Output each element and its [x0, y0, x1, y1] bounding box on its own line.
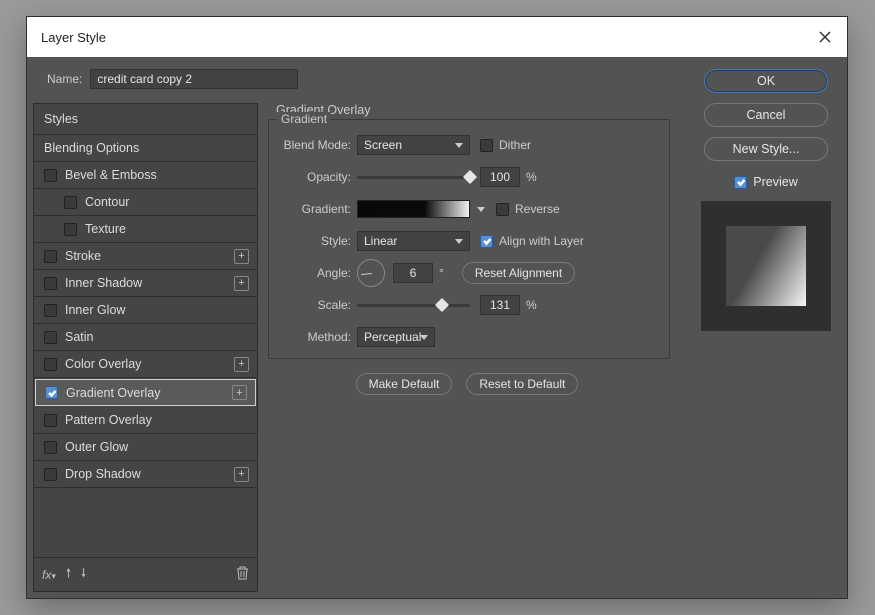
gradient-group: Gradient Blend Mode: Screen Dither Opaci… [268, 119, 670, 359]
style-item-label: Drop Shadow [65, 467, 141, 481]
dither-checkbox[interactable]: Dither [480, 138, 531, 152]
style-item-bevel-emboss[interactable]: Bevel & Emboss [34, 162, 257, 189]
reverse-checkbox[interactable]: Reverse [496, 202, 560, 216]
styles-header[interactable]: Styles [34, 104, 257, 135]
name-label: Name: [47, 72, 82, 86]
plus-icon[interactable]: + [234, 249, 249, 264]
checkbox-icon[interactable] [44, 169, 57, 182]
name-row: Name: [47, 69, 298, 89]
make-default-button[interactable]: Make Default [356, 373, 453, 395]
blend-mode-label: Blend Mode: [279, 138, 357, 152]
style-item-label: Blending Options [44, 141, 139, 155]
preview-swatch [726, 226, 806, 306]
move-down-icon[interactable]: 🠗 [81, 564, 86, 585]
style-item-color-overlay[interactable]: Color Overlay + [34, 351, 257, 378]
style-item-inner-shadow[interactable]: Inner Shadow + [34, 270, 257, 297]
align-checkbox[interactable]: Align with Layer [480, 234, 584, 248]
method-label: Method: [279, 330, 357, 344]
style-item-label: Color Overlay [65, 357, 141, 371]
checkbox-icon[interactable] [45, 386, 58, 399]
reset-default-button[interactable]: Reset to Default [466, 373, 578, 395]
plus-icon[interactable]: + [234, 276, 249, 291]
checkbox-icon[interactable] [44, 304, 57, 317]
titlebar: Layer Style [27, 17, 847, 57]
style-item-label: Gradient Overlay [66, 386, 160, 400]
style-item-label: Stroke [65, 249, 101, 263]
gradient-swatch[interactable] [357, 200, 470, 218]
checkbox-icon[interactable] [44, 358, 57, 371]
opacity-label: Opacity: [279, 170, 357, 184]
ok-button[interactable]: OK [704, 69, 828, 93]
scale-label: Scale: [279, 298, 357, 312]
gradient-label: Gradient: [279, 202, 357, 216]
angle-input[interactable] [393, 263, 433, 283]
checkbox-icon[interactable] [64, 196, 77, 209]
scale-input[interactable] [480, 295, 520, 315]
opacity-input[interactable] [480, 167, 520, 187]
style-item-label: Bevel & Emboss [65, 168, 157, 182]
style-item-inner-glow[interactable]: Inner Glow [34, 297, 257, 324]
checkbox-icon[interactable] [44, 277, 57, 290]
method-select[interactable]: Perceptual [357, 327, 435, 347]
reset-alignment-button[interactable]: Reset Alignment [462, 262, 575, 284]
style-item-label: Contour [85, 195, 129, 209]
preview-box [701, 201, 831, 331]
styles-column: Styles Blending Options Bevel & Emboss Con… [33, 63, 258, 592]
plus-icon[interactable]: + [232, 385, 247, 400]
style-item-satin[interactable]: Satin [34, 324, 257, 351]
style-item-label: Satin [65, 330, 94, 344]
angle-label: Angle: [279, 266, 357, 280]
checkbox-icon[interactable] [44, 331, 57, 344]
style-item-drop-shadow[interactable]: Drop Shadow + [34, 461, 257, 488]
blend-mode-select[interactable]: Screen [357, 135, 470, 155]
checkbox-icon[interactable] [44, 250, 57, 263]
styles-list: Blending Options Bevel & Emboss Contour Tex… [34, 135, 257, 488]
scale-slider[interactable] [357, 304, 470, 307]
style-item-stroke[interactable]: Stroke + [34, 243, 257, 270]
style-item-label: Texture [85, 222, 126, 236]
section-title: Gradient Overlay [276, 103, 685, 117]
checkbox-icon[interactable] [44, 414, 57, 427]
style-item-contour[interactable]: Contour [34, 189, 257, 216]
layer-name-input[interactable] [90, 69, 298, 89]
style-item-label: Inner Shadow [65, 276, 142, 290]
style-item-label: Pattern Overlay [65, 413, 152, 427]
new-style-button[interactable]: New Style... [704, 137, 828, 161]
style-item-blending-options[interactable]: Blending Options [34, 135, 257, 162]
plus-icon[interactable]: + [234, 467, 249, 482]
close-icon [819, 31, 831, 43]
style-item-outer-glow[interactable]: Outer Glow [34, 434, 257, 461]
cancel-button[interactable]: Cancel [704, 103, 828, 127]
checkbox-icon[interactable] [64, 223, 77, 236]
layer-style-dialog: Layer Style Name: Styles Blending Option… [26, 16, 848, 599]
window-title: Layer Style [41, 30, 106, 45]
move-up-icon[interactable]: 🠕 [66, 564, 71, 585]
trash-icon[interactable] [236, 566, 249, 583]
checkbox-icon[interactable] [44, 441, 57, 454]
style-label: Style: [279, 234, 357, 248]
style-item-label: Outer Glow [65, 440, 128, 454]
styles-footer: fx▾ 🠕 🠗 [34, 557, 257, 591]
style-item-texture[interactable]: Texture [34, 216, 257, 243]
style-select[interactable]: Linear [357, 231, 470, 251]
style-item-gradient-overlay[interactable]: Gradient Overlay + [35, 379, 256, 406]
actions-column: OK Cancel New Style... Preview [691, 63, 841, 592]
style-item-pattern-overlay[interactable]: Pattern Overlay [34, 407, 257, 434]
angle-dial[interactable] [357, 259, 385, 287]
preview-checkbox[interactable]: Preview [734, 175, 797, 189]
group-legend: Gradient [277, 112, 331, 126]
checkbox-icon[interactable] [44, 468, 57, 481]
opacity-slider[interactable] [357, 176, 470, 179]
plus-icon[interactable]: + [234, 357, 249, 372]
options-column: Gradient Overlay Gradient Blend Mode: Sc… [264, 63, 685, 592]
style-item-label: Inner Glow [65, 303, 125, 317]
fx-icon[interactable]: fx▾ [42, 568, 56, 582]
close-button[interactable] [803, 17, 847, 57]
styles-panel: Styles Blending Options Bevel & Emboss Con… [33, 103, 258, 592]
